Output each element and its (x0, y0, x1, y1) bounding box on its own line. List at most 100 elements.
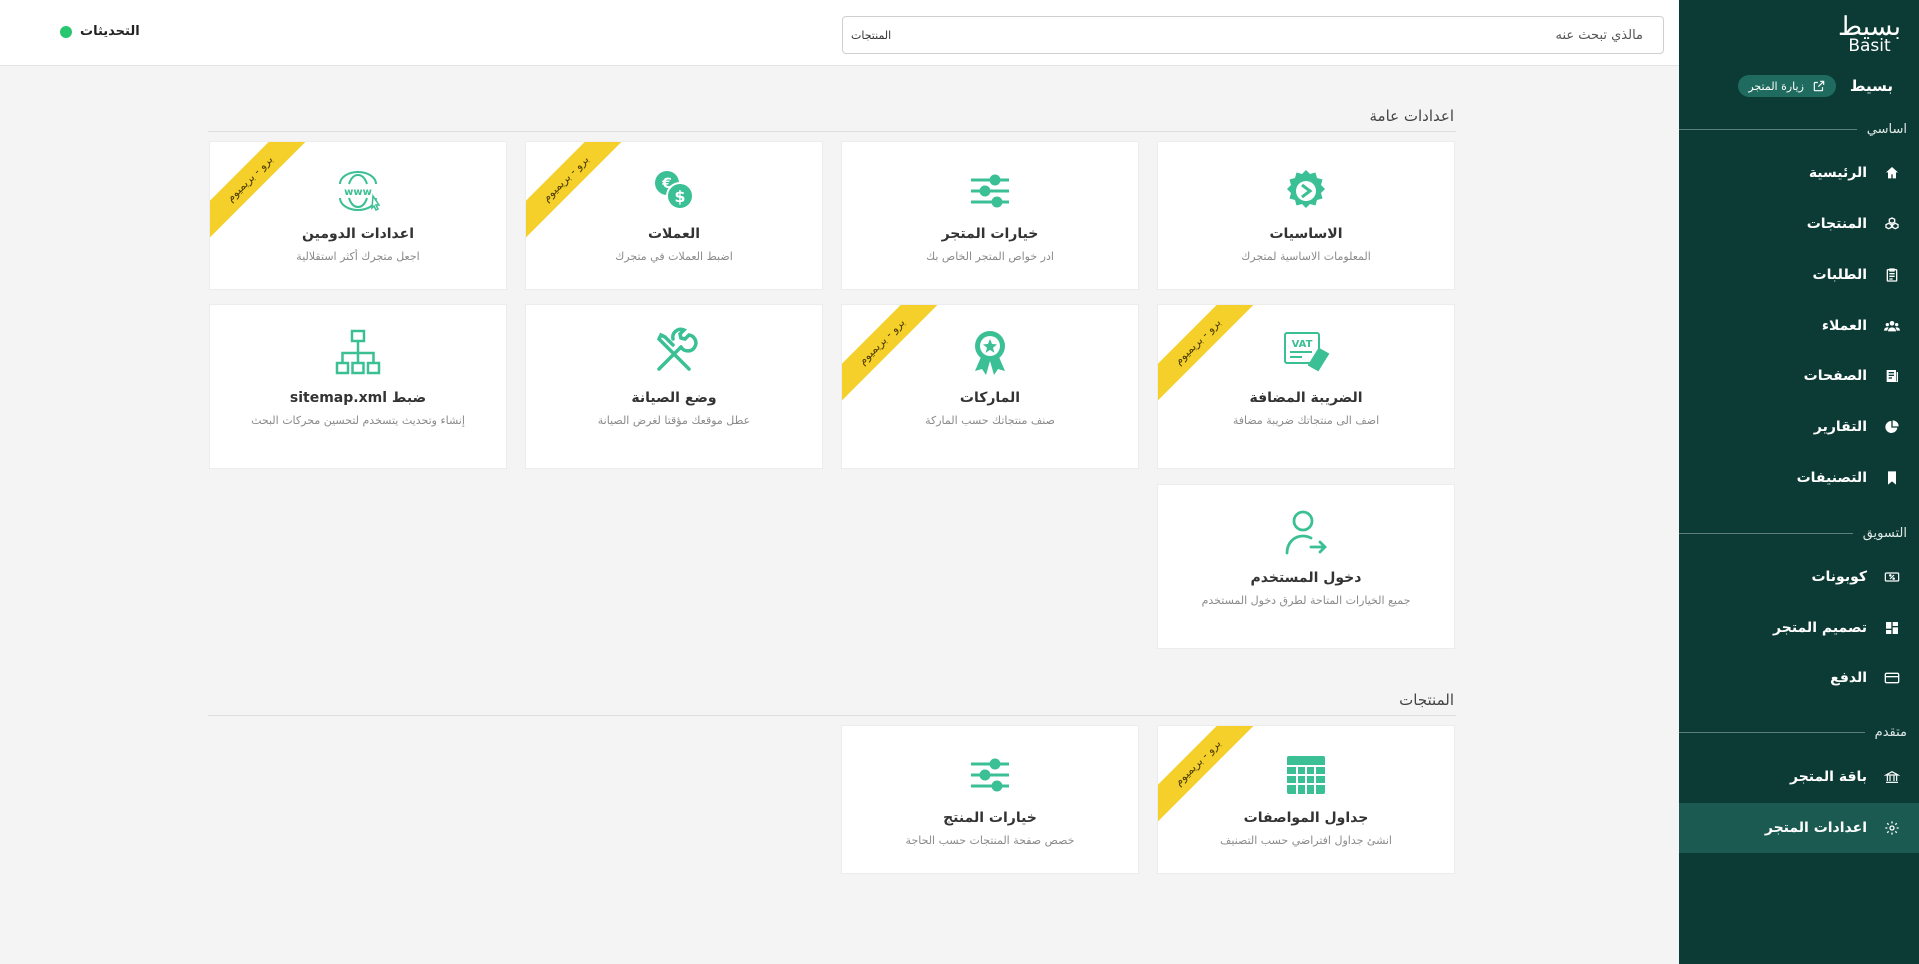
bookmark-icon (1883, 469, 1901, 487)
sidebar-item-label: كوبونات (1811, 569, 1867, 585)
gear-icon (1883, 819, 1901, 837)
tools-icon (526, 327, 822, 377)
sidebar-item-label: الطلبات (1812, 267, 1867, 283)
settings-card-sitemap[interactable]: ضبط sitemap.xml إنشاء وتحديث يتسخدم لتحس… (209, 304, 507, 469)
settings-card-domain[interactable]: برو - بريميوم www اعدادات الدومين اجعل م… (209, 141, 507, 290)
sidebar-item-pages[interactable]: الصفحات (1679, 351, 1919, 401)
sidebar-item-label: العملاء (1821, 318, 1867, 334)
settings-card-brands[interactable]: برو - بريميوم الماركات صنف منتجاتك حسب ا… (841, 304, 1139, 469)
user-login-icon (1158, 507, 1454, 557)
settings-card-basics[interactable]: الاساسيات المعلومات الاساسية لمتجرك (1157, 141, 1455, 290)
sidebar-item-coupons[interactable]: كوبونات (1679, 552, 1919, 602)
sidebar-item-label: الصفحات (1803, 368, 1867, 384)
card-description: جميع الخيارات المتاحة لطرق دخول المستخدم (1201, 594, 1411, 607)
card-description: اجعل متجرك أكثر استقلالية (296, 250, 420, 263)
sliders-icon (842, 750, 1138, 800)
card-title: ضبط sitemap.xml (289, 390, 427, 406)
card-title: وضع الصيانة (631, 390, 717, 406)
sidebar-item-products[interactable]: المنتجات (1679, 199, 1919, 249)
currency-icon: € $ (526, 166, 822, 216)
sidebar-item-payment[interactable]: الدفع (1679, 653, 1919, 703)
sidebar-item-label: اعدادات المتجر (1764, 820, 1867, 836)
card-description: المعلومات الاساسية لمتجرك (1241, 250, 1371, 263)
sidebar-item-orders[interactable]: الطلبات (1679, 250, 1919, 300)
sidebar-item-label: باقة المتجر (1790, 769, 1867, 785)
search-box: المنتجات (842, 16, 1664, 54)
sitemap-icon (210, 327, 506, 377)
boxes-icon (1883, 215, 1901, 233)
card-description: انشئ جداول افتراضي حسب التصنيف (1220, 834, 1392, 847)
external-link-icon (1813, 80, 1825, 92)
store-name: بسيط (1849, 77, 1893, 95)
layout-icon (1883, 619, 1901, 637)
section-basic: اساسي (1679, 118, 1919, 140)
settings-card-currencies[interactable]: برو - بريميوم € $ العملات اضبط العملات في… (525, 141, 823, 290)
card-description: ادر خواص المتجر الخاص بك (926, 250, 1054, 263)
section-advanced: متقدم (1679, 721, 1919, 743)
gear-icon (1158, 166, 1454, 216)
visit-store-label: زيارة المتجر (1748, 79, 1804, 93)
card-description: صنف منتجاتك حسب الماركة (925, 414, 1055, 427)
home-icon (1883, 164, 1901, 182)
sidebar-item-label: التقارير (1813, 419, 1867, 435)
sidebar-item-label: الرئيسية (1808, 165, 1867, 181)
card-title: الضريبة المضافة (1249, 390, 1363, 406)
sidebar-item-home[interactable]: الرئيسية (1679, 148, 1919, 198)
vat-icon: VAT (1158, 327, 1454, 377)
visit-store-button[interactable]: زيارة المتجر (1738, 75, 1836, 97)
sidebar-item-label: المنتجات (1806, 216, 1867, 232)
card-title: العملات (647, 226, 701, 242)
updates-link[interactable]: التحديثات (60, 24, 140, 39)
section-marketing-label: التسويق (1862, 525, 1907, 541)
clipboard-icon (1883, 266, 1901, 284)
section-advanced-label: متقدم (1874, 724, 1907, 740)
pie-chart-icon (1883, 418, 1901, 436)
sidebar-item-store-settings[interactable]: اعدادات المتجر (1679, 803, 1919, 853)
section-marketing: التسويق (1679, 522, 1919, 544)
credit-card-icon (1883, 669, 1901, 687)
sidebar-item-store-plan[interactable]: باقة المتجر (1679, 752, 1919, 802)
section-title-general: اعدادات عامة (1369, 107, 1455, 125)
settings-card-user-login[interactable]: دخول المستخدم جميع الخيارات المتاحة لطرق… (1157, 484, 1455, 649)
card-title: خيارات المنتج (943, 810, 1037, 826)
search-category-select[interactable]: المنتجات (851, 29, 891, 42)
card-description: عطل موقعك مؤقتا لغرض الصيانة (597, 414, 751, 427)
card-description: إنشاء وتحديث يتسخدم لتحسين محركات البحث (251, 414, 465, 427)
card-description: اضبط العملات في متجرك (615, 250, 733, 263)
section-divider (1679, 731, 1865, 733)
sidebar-item-reports[interactable]: التقارير (1679, 402, 1919, 452)
pages-icon (1883, 367, 1901, 385)
settings-card-spec-tables[interactable]: برو - بريميوم جداول المواصفات انشئ جداول… (1157, 725, 1455, 874)
settings-card-vat[interactable]: برو - بريميوم VAT الضريبة المضافة اضف ال… (1157, 304, 1455, 469)
settings-card-store-options[interactable]: خيارات المتجر ادر خواص المتجر الخاص بك (841, 141, 1139, 290)
sidebar-item-store-design[interactable]: تصميم المتجر (1679, 603, 1919, 653)
card-description: اضف الى منتجاتك ضريبة مضافة (1232, 414, 1380, 427)
card-title: جداول المواصفات (1243, 810, 1369, 826)
settings-card-maintenance[interactable]: وضع الصيانة عطل موقعك مؤقتا لغرض الصيانة (525, 304, 823, 469)
www-icon: www (210, 166, 506, 216)
section-divider (1679, 532, 1853, 534)
sidebar-item-categories[interactable]: التصنيفات (1679, 453, 1919, 503)
table-icon (1158, 750, 1454, 800)
svg-text:www: www (344, 187, 372, 198)
search-input[interactable] (1443, 27, 1643, 43)
card-title: الاساسيات (1269, 226, 1343, 242)
svg-text:€: € (661, 176, 672, 192)
section-divider (1679, 128, 1857, 130)
card-title: دخول المستخدم (1250, 570, 1362, 586)
bank-icon (1883, 768, 1901, 786)
sidebar-item-label: الدفع (1830, 670, 1867, 686)
logo[interactable]: بسيط Basit (1838, 14, 1901, 55)
top-header: التحديثات المنتجات (0, 0, 1679, 66)
card-title: الماركات (959, 390, 1021, 406)
sidebar-item-label: تصميم المتجر (1773, 620, 1867, 636)
card-title: اعدادات الدومين (302, 226, 414, 242)
users-icon (1883, 317, 1901, 335)
coupon-icon (1883, 568, 1901, 586)
card-title: خيارات المتجر (941, 226, 1039, 242)
section-divider (208, 131, 1456, 132)
settings-card-product-options[interactable]: خيارات المنتج خصص صفحة المنتجات حسب الحا… (841, 725, 1139, 874)
sidebar-item-label: التصنيفات (1796, 470, 1867, 486)
card-description: خصص صفحة المنتجات حسب الحاجة (905, 834, 1075, 847)
sidebar-item-customers[interactable]: العملاء (1679, 301, 1919, 351)
